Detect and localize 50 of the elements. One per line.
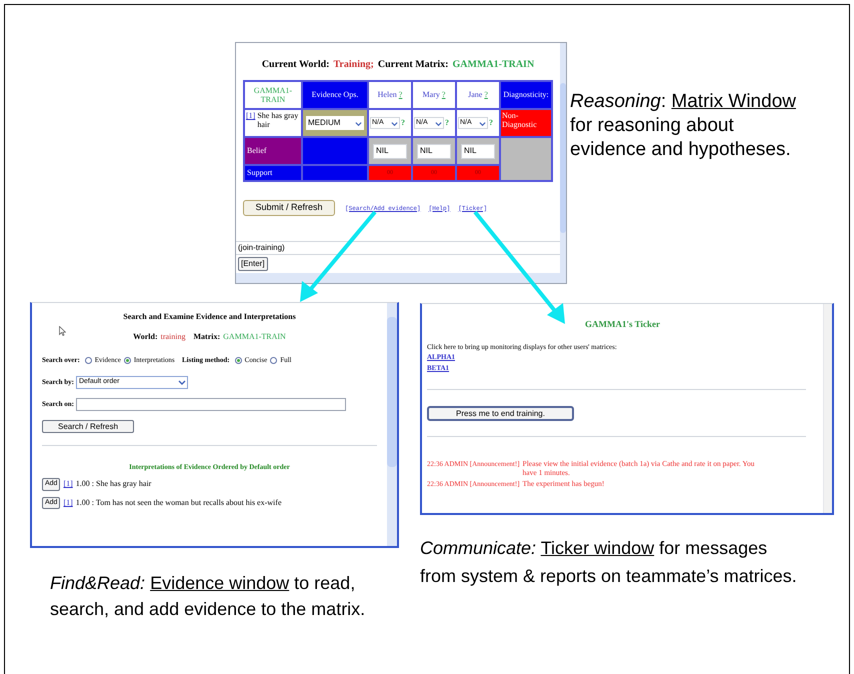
vertical-scrollbar[interactable] bbox=[560, 43, 566, 283]
diagnosticity-cell: Non-Diagnostic bbox=[501, 110, 551, 136]
world-label: Current World: bbox=[262, 58, 330, 72]
belief-field[interactable]: NIL bbox=[373, 144, 407, 158]
evidence-text: 1.00 : She has gray hair bbox=[76, 478, 152, 490]
table-header: Evidence Ops. bbox=[303, 82, 367, 108]
matrix-name: GAMMA1-TRAIN bbox=[223, 331, 286, 343]
submit-refresh-button[interactable]: Submit / Refresh bbox=[243, 200, 335, 216]
command-field[interactable]: (join-training) bbox=[236, 241, 560, 255]
caption: Communicate: Ticker window for messages from system & reports on teammate’s matrices. bbox=[420, 537, 798, 588]
evidence-link[interactable]: [1] bbox=[246, 111, 256, 120]
matrix-name: GAMMA1-TRAIN bbox=[452, 58, 534, 72]
evidence-link[interactable]: [1] bbox=[63, 496, 73, 509]
belief-field[interactable]: NIL bbox=[461, 144, 495, 158]
evidence-ops-dropdown[interactable]: MEDIUM bbox=[306, 116, 364, 130]
world-label: World: bbox=[133, 331, 158, 343]
evidence-text: 1.00 : Tom has not seen the woman but recalls about his ex-wife bbox=[76, 496, 282, 509]
horizontal-scrollbar[interactable] bbox=[236, 273, 560, 283]
end-training-button[interactable]: Press me to end training. bbox=[427, 406, 574, 421]
vertical-scrollbar[interactable] bbox=[823, 304, 832, 513]
matrix-label: Matrix: bbox=[194, 331, 220, 343]
table-header: Diagnosticity: bbox=[501, 82, 551, 108]
world-name: Training; bbox=[334, 58, 374, 72]
radio-button[interactable] bbox=[84, 356, 92, 364]
matrix-label: Current Matrix: bbox=[378, 58, 449, 72]
row-label: Support bbox=[245, 166, 301, 180]
belief-field[interactable]: NIL bbox=[417, 144, 451, 158]
table-cell bbox=[303, 138, 367, 164]
search-refresh-button[interactable]: Search / Refresh bbox=[42, 420, 134, 432]
radio-button[interactable] bbox=[270, 356, 278, 364]
search-on-field[interactable] bbox=[76, 398, 346, 410]
caption: Reasoning: Matrix Window for reasoning about evidence and hypotheses. bbox=[570, 90, 797, 162]
vertical-scrollbar[interactable] bbox=[387, 303, 397, 546]
hypothesis-name: Mary bbox=[422, 89, 440, 101]
radio-button[interactable] bbox=[124, 356, 131, 364]
evidence-text: She has gray hair bbox=[257, 111, 300, 129]
hypothesis-name: Jane bbox=[468, 89, 482, 101]
table-header: GAMMA1-TRAIN bbox=[245, 82, 301, 108]
enter-button[interactable]: [Enter] bbox=[238, 257, 268, 271]
evidence-link[interactable]: [1] bbox=[63, 478, 73, 490]
hypothesis-name: Helen bbox=[378, 89, 397, 101]
cursor-icon bbox=[59, 326, 66, 336]
window-title: GAMMA1's Ticker bbox=[584, 318, 661, 331]
table-cell bbox=[303, 166, 367, 180]
radio-button[interactable] bbox=[234, 356, 242, 364]
table-cell bbox=[501, 138, 551, 180]
world-name: training bbox=[160, 331, 186, 343]
window-title: Search and Examine Evidence and Interpretations bbox=[122, 311, 297, 323]
row-label: Belief bbox=[245, 138, 301, 164]
caption: Find&Read: Evidence window to read, search, and add evidence to the matrix. bbox=[50, 572, 366, 621]
